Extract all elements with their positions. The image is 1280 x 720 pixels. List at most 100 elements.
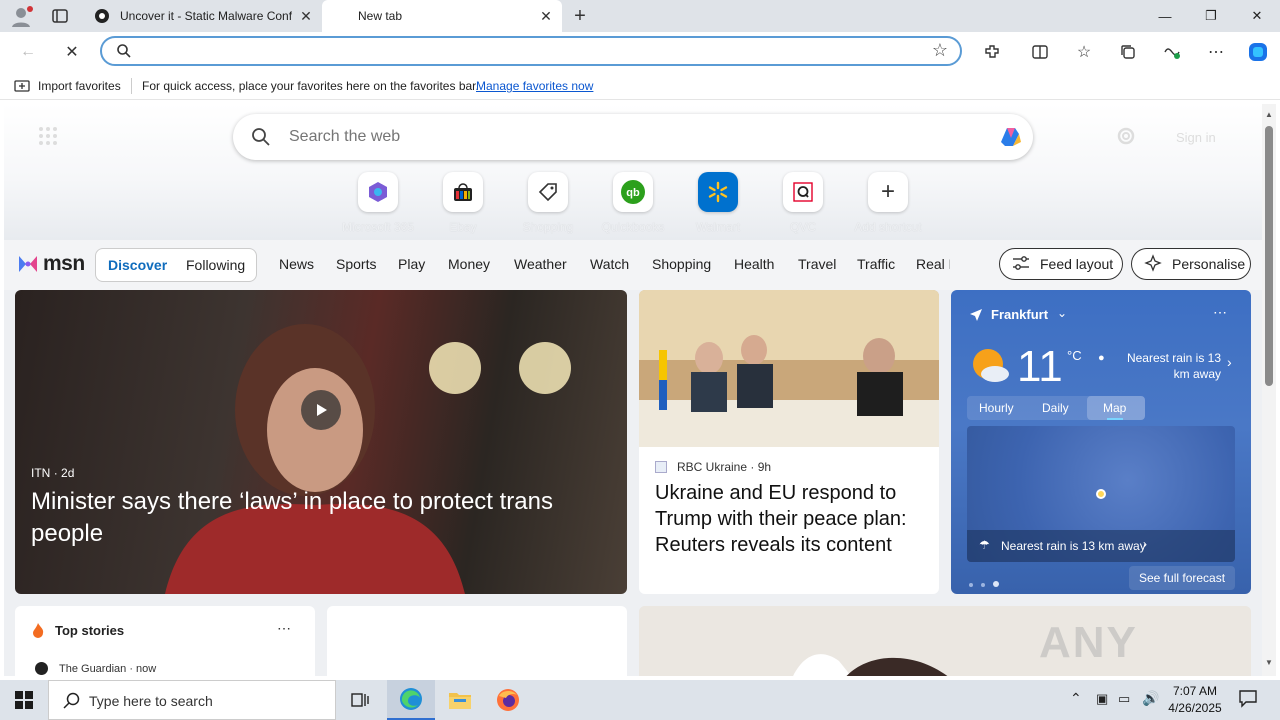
image-story-card[interactable]: ANY RUN <box>639 606 1251 676</box>
copilot-icon[interactable] <box>1242 36 1274 68</box>
see-full-forecast-link[interactable]: See full forecast <box>1129 566 1236 590</box>
apps-launcher-icon[interactable] <box>38 126 58 151</box>
close-tab-icon[interactable]: ✕ <box>538 8 554 24</box>
news-story-card[interactable]: RBC Ukraine · 9h Ukraine and EU respond … <box>639 290 939 594</box>
minimize-button[interactable]: — <box>1142 0 1188 32</box>
tab-map[interactable]: Map <box>1087 396 1145 420</box>
device-icon[interactable]: ▣ <box>1096 691 1108 707</box>
hero-story-card[interactable]: ITN · 2d Minister says there ‘laws’ in p… <box>15 290 627 594</box>
stop-icon[interactable]: ✕ <box>56 36 88 68</box>
shortcut-ebay[interactable]: Ebay <box>423 172 503 234</box>
address-bar[interactable]: ☆ <box>100 36 962 66</box>
story-source: RBC Ukraine <box>677 460 748 474</box>
favorite-star-icon[interactable]: ☆ <box>932 40 948 61</box>
more-menu-icon[interactable]: ⋯ <box>1200 36 1232 68</box>
tab-following[interactable]: Following <box>186 257 245 273</box>
shortcut-shopping[interactable]: Shopping <box>508 172 588 234</box>
browser-essentials-icon[interactable] <box>1156 36 1188 68</box>
weather-map[interactable]: ☂ Nearest rain is 13 km away › <box>967 426 1235 562</box>
favorites-icon[interactable]: ☆ <box>1068 36 1100 68</box>
import-favorites-icon[interactable] <box>14 78 30 97</box>
close-button[interactable]: ✕ <box>1234 0 1280 32</box>
settings-gear-icon[interactable] <box>1116 126 1136 151</box>
source-logo-icon <box>35 662 48 675</box>
split-screen-icon[interactable] <box>1024 36 1056 68</box>
clock-date[interactable]: 4/26/2025 <box>1166 701 1224 715</box>
clock-time[interactable]: 7:07 AM <box>1168 684 1222 698</box>
placeholder-card <box>327 606 627 676</box>
shortcut-label: QVC <box>789 220 816 234</box>
personalise-button[interactable]: Personalise <box>1131 248 1251 280</box>
nav-play[interactable]: Play <box>398 256 425 272</box>
nav-watch[interactable]: Watch <box>590 256 629 272</box>
more-options-icon[interactable]: ⋯ <box>1213 304 1227 321</box>
task-view-icon[interactable] <box>336 680 384 720</box>
shortcut-qvc[interactable]: QVC <box>763 172 843 234</box>
nav-health[interactable]: Health <box>734 256 774 272</box>
page-scrollbar[interactable]: ▲ ▼ <box>1262 104 1276 676</box>
more-options-icon[interactable]: ⋯ <box>277 620 291 637</box>
nav-sports[interactable]: Sports <box>336 256 376 272</box>
nav-shopping[interactable]: Shopping <box>652 256 711 272</box>
tab-daily[interactable]: Daily <box>1042 401 1069 415</box>
file-explorer-icon[interactable] <box>436 680 484 720</box>
carousel-dot[interactable] <box>993 581 999 587</box>
manage-favorites-link[interactable]: Manage favorites now <box>476 79 593 93</box>
story-source[interactable]: The Guardian · now <box>59 663 156 675</box>
map-rain-note[interactable]: Nearest rain is 13 km away <box>1001 539 1146 553</box>
rain-note: Nearest rain is 13 km away <box>1126 351 1221 381</box>
carousel-dot[interactable] <box>969 583 973 587</box>
play-video-icon[interactable] <box>301 390 341 430</box>
taskbar-search-box[interactable]: Type here to search <box>48 680 336 720</box>
tab-discover[interactable]: Discover <box>108 257 167 273</box>
story-headline[interactable]: Minister says there ‘laws’ in place to p… <box>31 486 611 550</box>
story-headline[interactable]: Ukraine and EU respond to Trump with the… <box>655 480 927 558</box>
firefox-icon[interactable] <box>484 680 532 720</box>
shortcut-add[interactable]: + Add shortcut <box>848 172 928 234</box>
sign-in-link[interactable]: Sign in <box>1176 130 1216 145</box>
msn-butterfly-icon <box>19 256 37 272</box>
nav-traffic[interactable]: Traffic <box>857 256 895 272</box>
tab-uncover-it[interactable]: Uncover it - Static Malware Confi ✕ <box>86 0 322 32</box>
scroll-up-icon[interactable]: ▲ <box>1265 110 1273 119</box>
copilot-icon[interactable] <box>995 122 1025 157</box>
nav-money[interactable]: Money <box>448 256 490 272</box>
address-input[interactable] <box>142 42 922 60</box>
shortcut-quickbooks[interactable]: qb Quickbooks <box>593 172 673 234</box>
nav-real-estate[interactable]: Real E <box>916 256 950 272</box>
nav-weather[interactable]: Weather <box>514 256 567 272</box>
import-favorites-label[interactable]: Import favorites <box>38 79 121 93</box>
web-search-input[interactable] <box>289 127 969 147</box>
show-hidden-icons-icon[interactable]: ⌃ <box>1070 690 1082 707</box>
shortcut-walmart[interactable]: Walmart <box>678 172 758 234</box>
notifications-icon[interactable] <box>1238 688 1258 713</box>
shortcut-microsoft-365[interactable]: Microsoft 365 <box>338 172 418 234</box>
start-button[interactable] <box>0 680 48 720</box>
profile-icon[interactable] <box>8 4 36 28</box>
weather-location[interactable]: Frankfurt <box>991 307 1048 322</box>
msn-logo[interactable]: msn <box>16 252 85 276</box>
weather-card[interactable]: Frankfurt ⌄ ⋯ 11 °C ● Nearest rain is 13… <box>951 290 1251 594</box>
carousel-dot[interactable] <box>981 583 985 587</box>
scroll-thumb[interactable] <box>1265 126 1273 386</box>
volume-icon[interactable]: 🔊 <box>1142 690 1159 707</box>
restore-button[interactable]: ❐ <box>1188 0 1234 32</box>
tab-actions-icon[interactable] <box>50 6 70 26</box>
tab-hourly[interactable]: Hourly <box>979 401 1014 415</box>
new-tab-icon[interactable]: + <box>568 4 592 28</box>
nav-news[interactable]: News <box>279 256 314 272</box>
network-icon[interactable]: ▭ <box>1118 691 1130 707</box>
back-icon[interactable]: ← <box>12 36 44 68</box>
collections-icon[interactable] <box>1112 36 1144 68</box>
feed-layout-button[interactable]: Feed layout <box>999 248 1123 280</box>
scroll-down-icon[interactable]: ▼ <box>1265 658 1273 667</box>
edge-taskbar-icon[interactable] <box>387 680 435 720</box>
extensions-icon[interactable] <box>976 36 1008 68</box>
tab-new-tab[interactable]: New tab ✕ <box>322 0 562 32</box>
taskbar-search-placeholder: Type here to search <box>89 693 213 709</box>
web-search-box[interactable] <box>233 114 1033 160</box>
chevron-down-icon[interactable]: ⌄ <box>1057 306 1067 320</box>
close-tab-icon[interactable]: ✕ <box>298 8 314 24</box>
nav-travel[interactable]: Travel <box>798 256 836 272</box>
chevron-right-icon[interactable]: › <box>1227 354 1232 370</box>
